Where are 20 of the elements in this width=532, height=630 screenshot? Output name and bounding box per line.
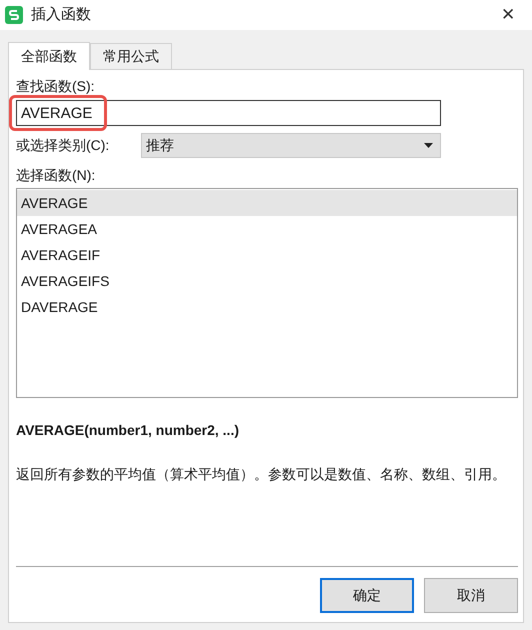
category-label: 或选择类别(C): bbox=[16, 136, 110, 155]
caret-icon bbox=[424, 143, 433, 148]
window-title: 插入函数 bbox=[31, 4, 92, 25]
function-list-label: 选择函数(N): bbox=[16, 166, 96, 185]
search-field[interactable]: AVERAGE bbox=[16, 100, 441, 126]
function-item[interactable]: AVERAGEIF bbox=[17, 242, 517, 268]
function-description: 返回所有参数的平均值（算术平均值）。参数可以是数值、名称、数组、引用。 bbox=[16, 465, 507, 484]
app-logo-icon bbox=[5, 6, 23, 24]
tab[interactable]: 常用公式 bbox=[90, 43, 172, 69]
function-item[interactable]: AVERAGEA bbox=[17, 216, 517, 242]
dialog-button[interactable]: 确定 bbox=[320, 578, 414, 613]
function-item[interactable]: AVERAGEIFS bbox=[17, 268, 517, 294]
tab[interactable]: 全部函数 bbox=[8, 42, 90, 70]
dialog-button[interactable]: 取消 bbox=[424, 578, 518, 613]
close-button[interactable]: ✕ bbox=[493, 0, 523, 30]
function-item[interactable]: DAVERAGE bbox=[17, 294, 517, 320]
category-dropdown[interactable]: 推荐 bbox=[141, 133, 441, 158]
function-item[interactable]: AVERAGE bbox=[17, 190, 517, 216]
search-label: 查找函数(S): bbox=[16, 77, 95, 95]
function-syntax: AVERAGE(number1, number2, ...) bbox=[16, 421, 239, 440]
